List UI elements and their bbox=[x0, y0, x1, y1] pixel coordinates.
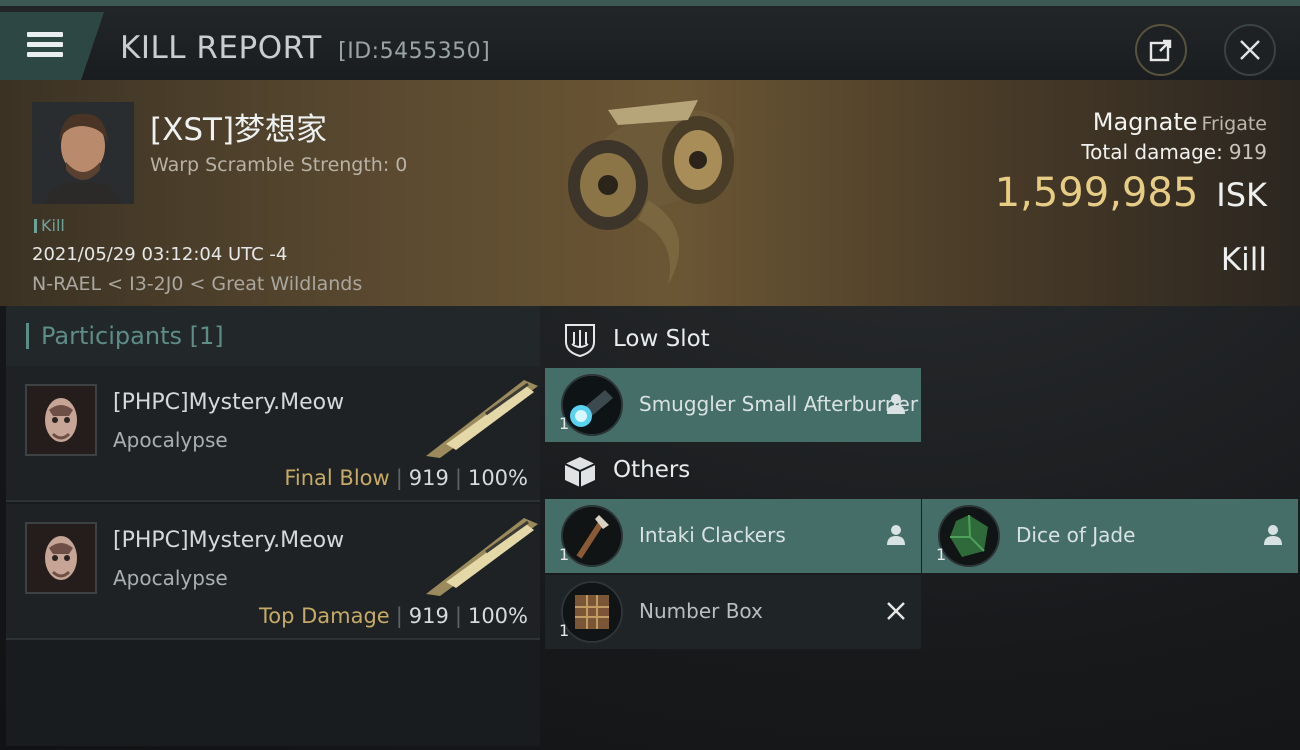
participant-name: [PHPC]Mystery.Meow bbox=[113, 528, 345, 553]
kill-location: N-RAEL < I3-2J0 < Great Wildlands bbox=[32, 273, 363, 295]
participant-damage: 919 bbox=[408, 604, 449, 628]
participant-percent: 100% bbox=[467, 466, 528, 490]
page-title: KILL REPORT [ID:5455350] bbox=[120, 30, 490, 66]
item-name: Dice of Jade bbox=[1016, 523, 1136, 547]
ship-class: Frigate bbox=[1201, 113, 1267, 135]
isk-amount: 1,599,985 bbox=[994, 170, 1199, 216]
victim-portrait[interactable] bbox=[32, 102, 134, 204]
close-button[interactable] bbox=[1224, 24, 1276, 76]
participant-ship: Apocalypse bbox=[113, 428, 228, 452]
item-quantity: 1 bbox=[559, 414, 570, 433]
participant-row[interactable]: [PHPC]Mystery.Meow Apocalypse Top Damage… bbox=[6, 504, 540, 640]
portrait-image bbox=[32, 102, 134, 204]
menu-button[interactable] bbox=[0, 12, 104, 80]
victim-banner: [XST]梦想家 Warp Scramble Strength: 0 Kill … bbox=[0, 80, 1300, 306]
total-damage-value: 919 bbox=[1228, 140, 1267, 164]
participant-name: [PHPC]Mystery.Meow bbox=[113, 390, 345, 415]
kill-tag-label: Kill bbox=[41, 216, 65, 235]
participant-stats: Top Damage | 919 | 100% bbox=[258, 604, 528, 628]
participant-row[interactable]: [PHPC]Mystery.Meow Apocalypse Final Blow… bbox=[6, 366, 540, 502]
item-name: Intaki Clackers bbox=[639, 523, 786, 547]
item-number-box[interactable]: 1 Number Box bbox=[545, 575, 921, 649]
kill-tag: Kill bbox=[34, 216, 65, 235]
ship-name: Magnate bbox=[1092, 108, 1198, 136]
jade-dice-icon bbox=[938, 505, 1000, 567]
dropped-person-icon bbox=[1264, 525, 1282, 545]
participant-damage: 919 bbox=[408, 466, 449, 490]
participants-header: Participants [1] bbox=[6, 306, 540, 366]
participant-portrait bbox=[25, 384, 97, 456]
item-quantity: 1 bbox=[559, 621, 570, 640]
total-damage-label: Total damage: bbox=[1081, 140, 1223, 164]
isk-value: 1,599,985 ISK bbox=[995, 170, 1267, 216]
number-box-icon bbox=[561, 581, 623, 643]
participants-panel: Participants [1] [PHPC]Mystery.Meow Apoc… bbox=[6, 306, 540, 746]
weapon-icon bbox=[426, 380, 538, 458]
close-icon bbox=[1240, 40, 1260, 60]
low-slot-title: Low Slot bbox=[613, 326, 710, 352]
participants-title: Participants [1] bbox=[41, 322, 224, 350]
participant-stats: Final Blow | 919 | 100% bbox=[284, 466, 528, 490]
isk-unit: ISK bbox=[1216, 176, 1267, 214]
share-icon bbox=[1149, 39, 1172, 62]
kill-result: Kill bbox=[1220, 242, 1267, 278]
top-bar: KILL REPORT [ID:5455350] bbox=[0, 0, 1300, 80]
kill-datetime: 2021/05/29 03:12:04 UTC -4 bbox=[32, 244, 288, 265]
participant-label: Top Damage bbox=[258, 604, 390, 628]
item-dice-of-jade[interactable]: 1 Dice of Jade bbox=[922, 499, 1298, 573]
item-name: Number Box bbox=[639, 599, 763, 623]
destroyed-x-icon bbox=[887, 602, 905, 620]
item-name: Smuggler Small Afterburner bbox=[639, 392, 919, 416]
dropped-person-icon bbox=[887, 394, 905, 414]
ship-type: Magnate Frigate bbox=[1093, 108, 1267, 136]
item-quantity: 1 bbox=[936, 545, 947, 564]
hamburger-icon bbox=[27, 32, 63, 58]
warp-scramble-strength: Warp Scramble Strength: 0 bbox=[150, 154, 408, 176]
others-title: Others bbox=[613, 457, 691, 483]
participant-percent: 100% bbox=[467, 604, 528, 628]
ship-image bbox=[568, 100, 735, 285]
clackers-icon bbox=[561, 505, 623, 567]
item-intaki-clackers[interactable]: 1 Intaki Clackers bbox=[545, 499, 921, 573]
participant-portrait bbox=[25, 522, 97, 594]
participant-ship: Apocalypse bbox=[113, 566, 228, 590]
share-button[interactable] bbox=[1135, 24, 1187, 76]
dropped-person-icon bbox=[887, 525, 905, 545]
total-damage: Total damage: 919 bbox=[1081, 140, 1267, 164]
low-slot-icon bbox=[565, 324, 595, 358]
item-quantity: 1 bbox=[559, 545, 570, 564]
weapon-icon bbox=[426, 518, 538, 596]
others-box-icon bbox=[564, 457, 596, 487]
afterburner-icon bbox=[561, 374, 623, 436]
victim-name[interactable]: [XST]梦想家 bbox=[150, 104, 327, 149]
page-title-text: KILL REPORT bbox=[120, 30, 322, 66]
report-id: [ID:5455350] bbox=[338, 39, 491, 64]
participant-label: Final Blow bbox=[284, 466, 390, 490]
item-smuggler-afterburner[interactable]: 1 Smuggler Small Afterburner bbox=[545, 368, 921, 442]
